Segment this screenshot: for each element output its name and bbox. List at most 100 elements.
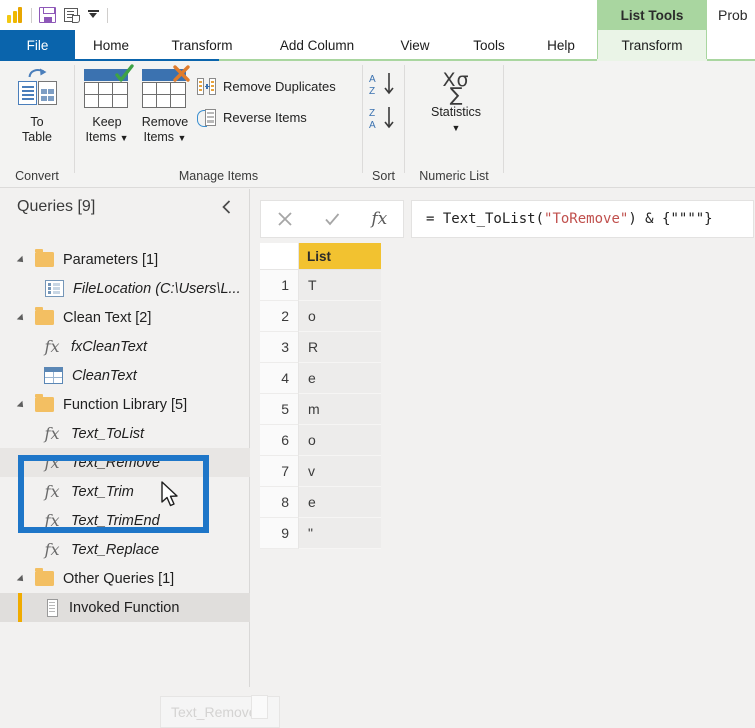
ribbon-group-sort: A Z Z A Sort [363, 61, 404, 187]
sort-descending-icon: Z A [369, 107, 394, 131]
qat-divider-2 [107, 7, 108, 23]
reverse-items-button[interactable]: Reverse Items [197, 109, 307, 127]
advanced-editor-icon[interactable] [63, 7, 80, 23]
keep-items-dropdown-icon[interactable]: ▼ [120, 133, 129, 143]
chevron-down-icon[interactable] [18, 573, 29, 584]
table-row[interactable]: 9 " [260, 518, 381, 549]
tree-folder-parameters[interactable]: Parameters [1] [0, 245, 250, 274]
tree-folder-label: Parameters [1] [63, 251, 159, 268]
advanced-editor-fx-button[interactable]: fx [356, 201, 403, 237]
cancel-formula-button[interactable] [261, 201, 308, 237]
tree-item-text-replace[interactable]: fx Text_Replace [0, 535, 250, 564]
tab-transform[interactable]: Transform [147, 30, 257, 60]
tree-item-fxcleantext[interactable]: fx fxCleanText [0, 332, 250, 361]
tree-item-text-tolist[interactable]: fx Text_ToList [0, 419, 250, 448]
tree-item-invoked-function[interactable]: Invoked Function [0, 593, 250, 622]
accept-formula-button[interactable] [308, 201, 355, 237]
tab-list-tools-transform[interactable]: Transform [597, 30, 707, 60]
tree-item-label: Text_TrimEnd [71, 512, 160, 529]
table-row[interactable]: 3 R [260, 332, 381, 363]
remove-items-button[interactable]: Remove Items ▼ [138, 65, 192, 145]
tree-item-filelocation[interactable]: FileLocation (C:\Users\L... [0, 274, 250, 303]
chevron-down-icon[interactable] [18, 254, 29, 265]
remove-duplicates-button[interactable]: Remove Duplicates [197, 78, 336, 95]
tree-folder-other-queries[interactable]: Other Queries [1] [0, 564, 250, 593]
group-label-convert: Convert [15, 169, 59, 183]
grid-corner-cell [260, 243, 299, 270]
tab-home[interactable]: Home [75, 30, 147, 60]
ribbon-divider-4 [503, 65, 504, 173]
tree-item-label: Invoked Function [69, 599, 180, 616]
group-label-sort: Sort [372, 169, 395, 183]
tab-help[interactable]: Help [525, 30, 597, 60]
remove-duplicates-icon [197, 78, 216, 95]
table-row[interactable]: 7 v [260, 456, 381, 487]
sort-ascending-button[interactable]: A Z [367, 71, 401, 97]
folder-icon [35, 307, 54, 325]
keep-items-button[interactable]: Keep Items ▼ [80, 64, 134, 145]
svg-text:A: A [369, 120, 376, 131]
fx-icon: fx [44, 540, 60, 559]
row-index: 2 [260, 301, 299, 332]
table-row[interactable]: 4 e [260, 363, 381, 394]
keep-items-icon [80, 64, 134, 111]
powerbi-logo-icon [7, 7, 24, 23]
to-table-button[interactable]: To Table [12, 67, 62, 144]
chevron-down-icon[interactable] [18, 399, 29, 410]
to-table-label-1: To [30, 115, 44, 129]
row-index: 4 [260, 363, 299, 394]
formula-input[interactable]: = Text_ToList("ToRemove") & {""""} [411, 200, 754, 238]
fx-icon: fx [371, 209, 388, 229]
tree-item-label: FileLocation (C:\Users\L... [73, 280, 241, 297]
table-row[interactable]: 2 o [260, 301, 381, 332]
statistics-dropdown-icon[interactable]: ▼ [452, 123, 461, 133]
checkmark-icon [115, 64, 134, 82]
group-label-manage-items: Manage Items [178, 169, 259, 183]
tree-folder-function-library[interactable]: Function Library [5] [0, 390, 250, 419]
grid-column-header-list[interactable]: List [299, 243, 381, 270]
chevron-down-icon[interactable] [18, 312, 29, 323]
remove-items-label-2: Items [143, 129, 175, 144]
remove-duplicates-label: Remove Duplicates [223, 79, 336, 94]
tree-folder-label: Clean Text [2] [63, 309, 152, 326]
check-icon [325, 213, 340, 226]
statistics-button[interactable]: Xσ ∑ Statistics ▼ [431, 69, 481, 135]
save-icon[interactable] [39, 7, 56, 23]
formula-suffix: ) & {""""} [628, 211, 713, 227]
tab-add-column[interactable]: Add Column [257, 30, 377, 60]
queries-pane: Queries [9] Parameters [1] FileLocation … [0, 189, 280, 728]
tab-tools[interactable]: Tools [453, 30, 525, 60]
ribbon-tab-row: File Home Transform Add Column View Tool… [0, 30, 755, 60]
keep-items-label-2: Items [85, 129, 117, 144]
grid-scroll-corner[interactable] [251, 695, 268, 719]
quick-access-toolbar [0, 0, 755, 30]
grid-header-row: List [260, 243, 381, 270]
svg-text:A: A [369, 74, 376, 85]
fx-icon: fx [44, 511, 60, 530]
tree-item-cleantext[interactable]: CleanText [0, 361, 250, 390]
work-area: fx = Text_ToList("ToRemove") & {""""} Li… [251, 189, 755, 719]
ribbon-group-numeric-list: Xσ ∑ Statistics ▼ Numeric List [405, 61, 503, 187]
tab-file[interactable]: File [0, 30, 75, 60]
tree-item-text-trimend[interactable]: fx Text_TrimEnd [0, 506, 250, 535]
ribbon-group-convert: To Table Convert [0, 61, 74, 187]
table-row[interactable]: 1 T [260, 270, 381, 301]
table-row[interactable]: 5 m [260, 394, 381, 425]
tab-view[interactable]: View [377, 30, 453, 60]
table-row[interactable]: 8 e [260, 487, 381, 518]
keep-items-label-1: Keep [92, 115, 122, 129]
row-value: " [299, 518, 381, 549]
chevron-left-icon[interactable] [218, 198, 236, 216]
tooltip-label: Text_Remove [171, 704, 257, 720]
remove-items-dropdown-icon[interactable]: ▼ [178, 133, 187, 143]
tree-item-text-trim[interactable]: fx Text_Trim [0, 477, 250, 506]
tree-folder-clean-text[interactable]: Clean Text [2] [0, 303, 250, 332]
tree-item-text-remove[interactable]: fx Text_Remove [0, 448, 250, 477]
sort-descending-button[interactable]: Z A [367, 105, 401, 131]
customize-qat-icon[interactable] [87, 7, 100, 23]
tree-folder-label: Function Library [5] [63, 396, 188, 413]
tree-folder-label: Other Queries [1] [63, 570, 175, 587]
row-value: o [299, 301, 381, 332]
table-row[interactable]: 6 o [260, 425, 381, 456]
list-icon [47, 598, 58, 617]
